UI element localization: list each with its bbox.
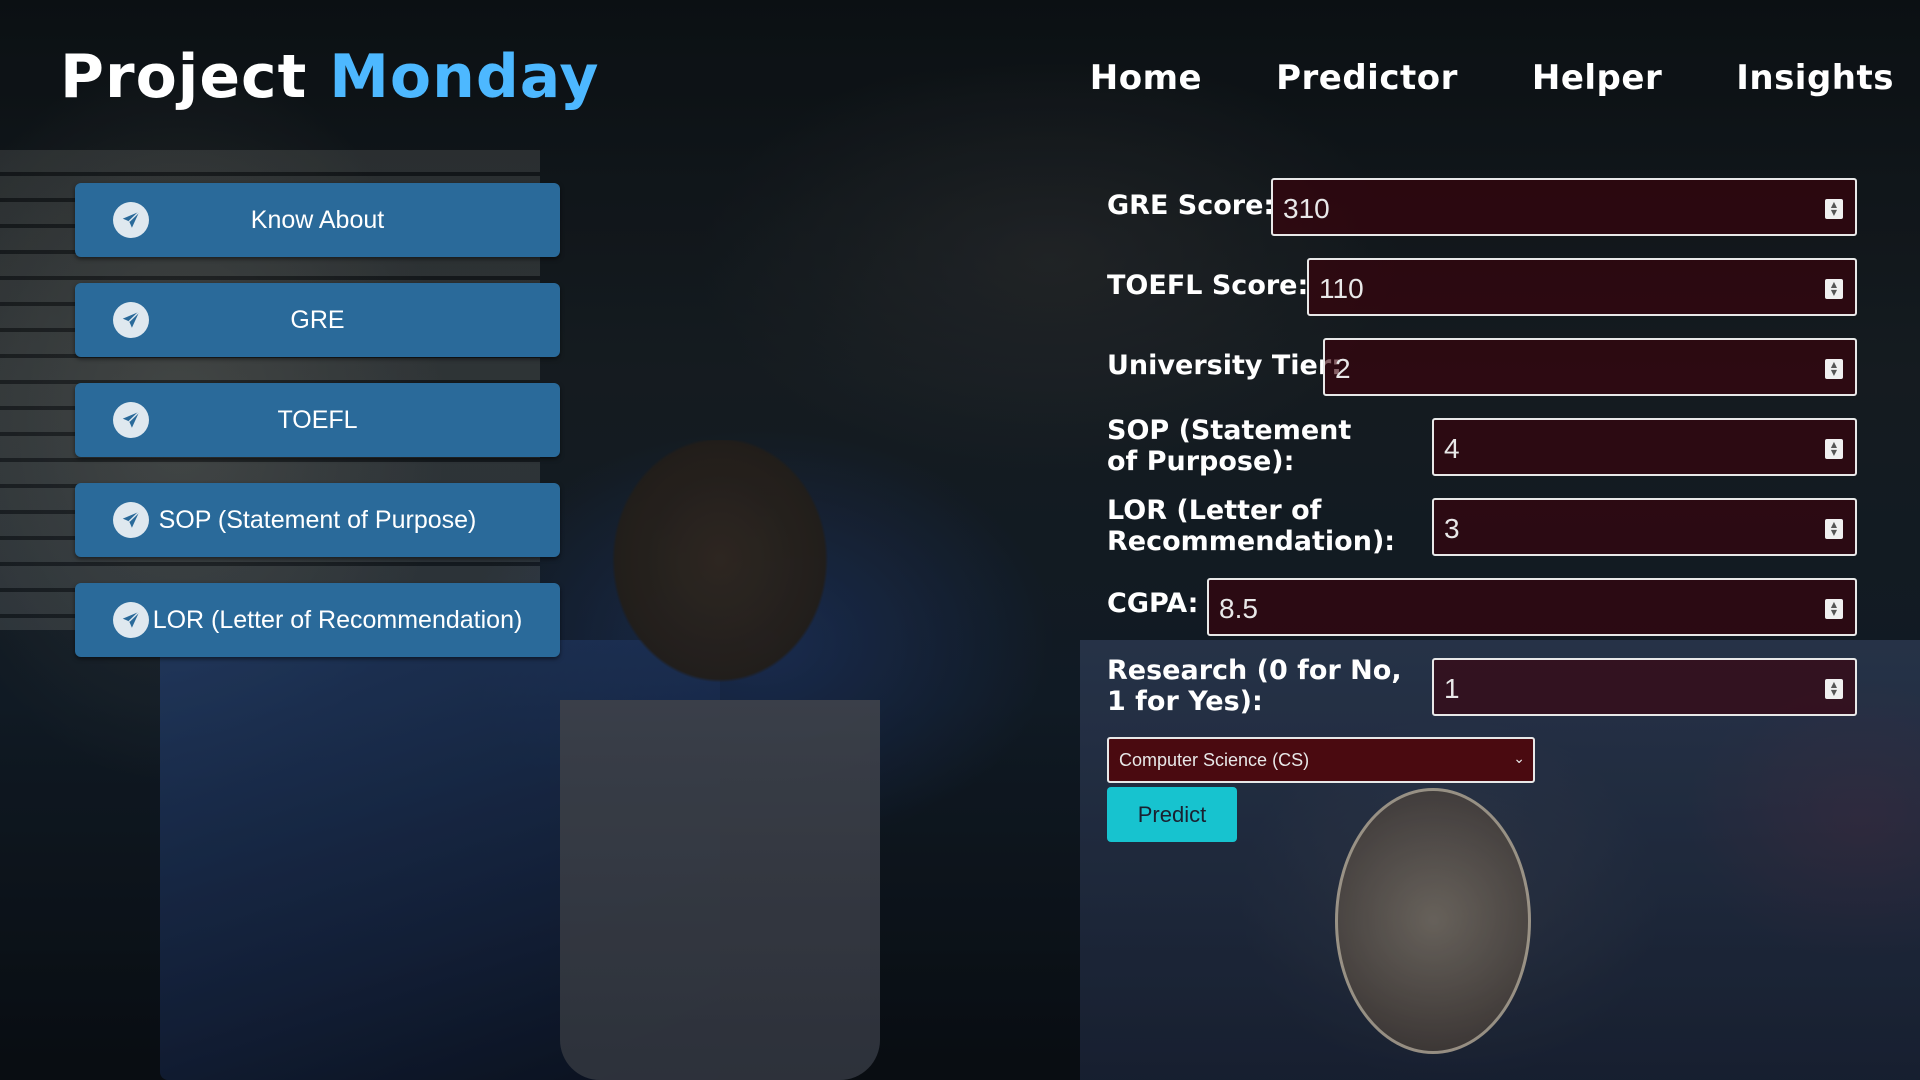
- spinner-icon[interactable]: ▲ ▼: [1825, 679, 1843, 699]
- paper-plane-icon: [113, 502, 149, 538]
- spinner-icon[interactable]: ▲ ▼: [1825, 599, 1843, 619]
- paper-plane-icon: [113, 302, 149, 338]
- lor-label: LOR (Letter of Recommendation):: [1107, 495, 1396, 557]
- gre-score-label: GRE Score:: [1107, 190, 1275, 221]
- toefl-score-label: TOEFL Score:: [1107, 270, 1309, 301]
- lor-input[interactable]: 3 ▲ ▼: [1432, 498, 1857, 556]
- nav-helper[interactable]: Helper: [1532, 58, 1662, 98]
- cgpa-value: 8.5: [1219, 593, 1258, 624]
- gre-score-input[interactable]: 310 ▲ ▼: [1271, 178, 1857, 236]
- sidebar-button-sop[interactable]: SOP (Statement of Purpose): [75, 483, 560, 557]
- background-console-left: [160, 640, 720, 1080]
- spinner-icon[interactable]: ▲ ▼: [1825, 439, 1843, 459]
- paper-plane-icon: [113, 202, 149, 238]
- university-tier-value: 2: [1335, 353, 1351, 384]
- course-select-value: Computer Science (CS): [1119, 750, 1310, 770]
- toefl-score-input[interactable]: 110 ▲ ▼: [1307, 258, 1857, 316]
- nav-insights[interactable]: Insights: [1736, 58, 1894, 98]
- spinner-icon[interactable]: ▲ ▼: [1825, 199, 1843, 219]
- sidebar-button-label: LOR (Letter of Recommendation): [152, 605, 523, 634]
- spinner-icon[interactable]: ▲ ▼: [1825, 519, 1843, 539]
- research-value: 1: [1444, 673, 1460, 704]
- spinner-icon[interactable]: ▲ ▼: [1825, 359, 1843, 379]
- sidebar-button-toefl[interactable]: TOEFL: [75, 383, 560, 457]
- nav-home[interactable]: Home: [1090, 58, 1202, 98]
- gre-score-value: 310: [1283, 193, 1330, 224]
- research-label: Research (0 for No, 1 for Yes):: [1107, 655, 1402, 717]
- cgpa-label: CGPA:: [1107, 588, 1199, 619]
- top-nav: Home Predictor Helper Insights: [1090, 58, 1894, 98]
- research-input[interactable]: 1 ▲ ▼: [1432, 658, 1857, 716]
- background-person: [560, 440, 880, 1080]
- sidebar-button-label: Know About: [250, 205, 385, 234]
- brand-title-part2: Monday: [329, 42, 600, 112]
- background-radar-screen: [1335, 788, 1531, 1054]
- sidebar-button-label: TOEFL: [277, 405, 358, 434]
- sidebar-button-lor[interactable]: LOR (Letter of Recommendation): [75, 583, 560, 657]
- paper-plane-icon: [113, 402, 149, 438]
- brand-title[interactable]: Project Monday: [60, 42, 600, 112]
- sidebar-button-know-about[interactable]: Know About: [75, 183, 560, 257]
- predict-button[interactable]: Predict: [1107, 787, 1237, 842]
- sidebar: Know About GRE TOEFL SOP (Statement of P…: [75, 183, 560, 683]
- university-tier-label: University Tier:: [1107, 350, 1342, 381]
- toefl-score-value: 110: [1319, 273, 1364, 304]
- sidebar-button-gre[interactable]: GRE: [75, 283, 560, 357]
- paper-plane-icon: [113, 602, 149, 638]
- university-tier-input[interactable]: 2 ▲ ▼: [1323, 338, 1857, 396]
- sidebar-button-label: SOP (Statement of Purpose): [158, 505, 477, 534]
- chevron-down-icon: ⌄: [1513, 751, 1525, 767]
- brand-title-part1: Project: [60, 42, 308, 112]
- sop-input[interactable]: 4 ▲ ▼: [1432, 418, 1857, 476]
- sidebar-button-label: GRE: [290, 305, 345, 334]
- sop-value: 4: [1444, 433, 1460, 464]
- sop-label: SOP (Statement of Purpose):: [1107, 415, 1352, 477]
- cgpa-input[interactable]: 8.5 ▲ ▼: [1207, 578, 1857, 636]
- spinner-icon[interactable]: ▲ ▼: [1825, 279, 1843, 299]
- lor-value: 3: [1444, 513, 1460, 544]
- nav-predictor[interactable]: Predictor: [1276, 58, 1458, 98]
- course-select[interactable]: Computer Science (CS) ⌄: [1107, 737, 1535, 783]
